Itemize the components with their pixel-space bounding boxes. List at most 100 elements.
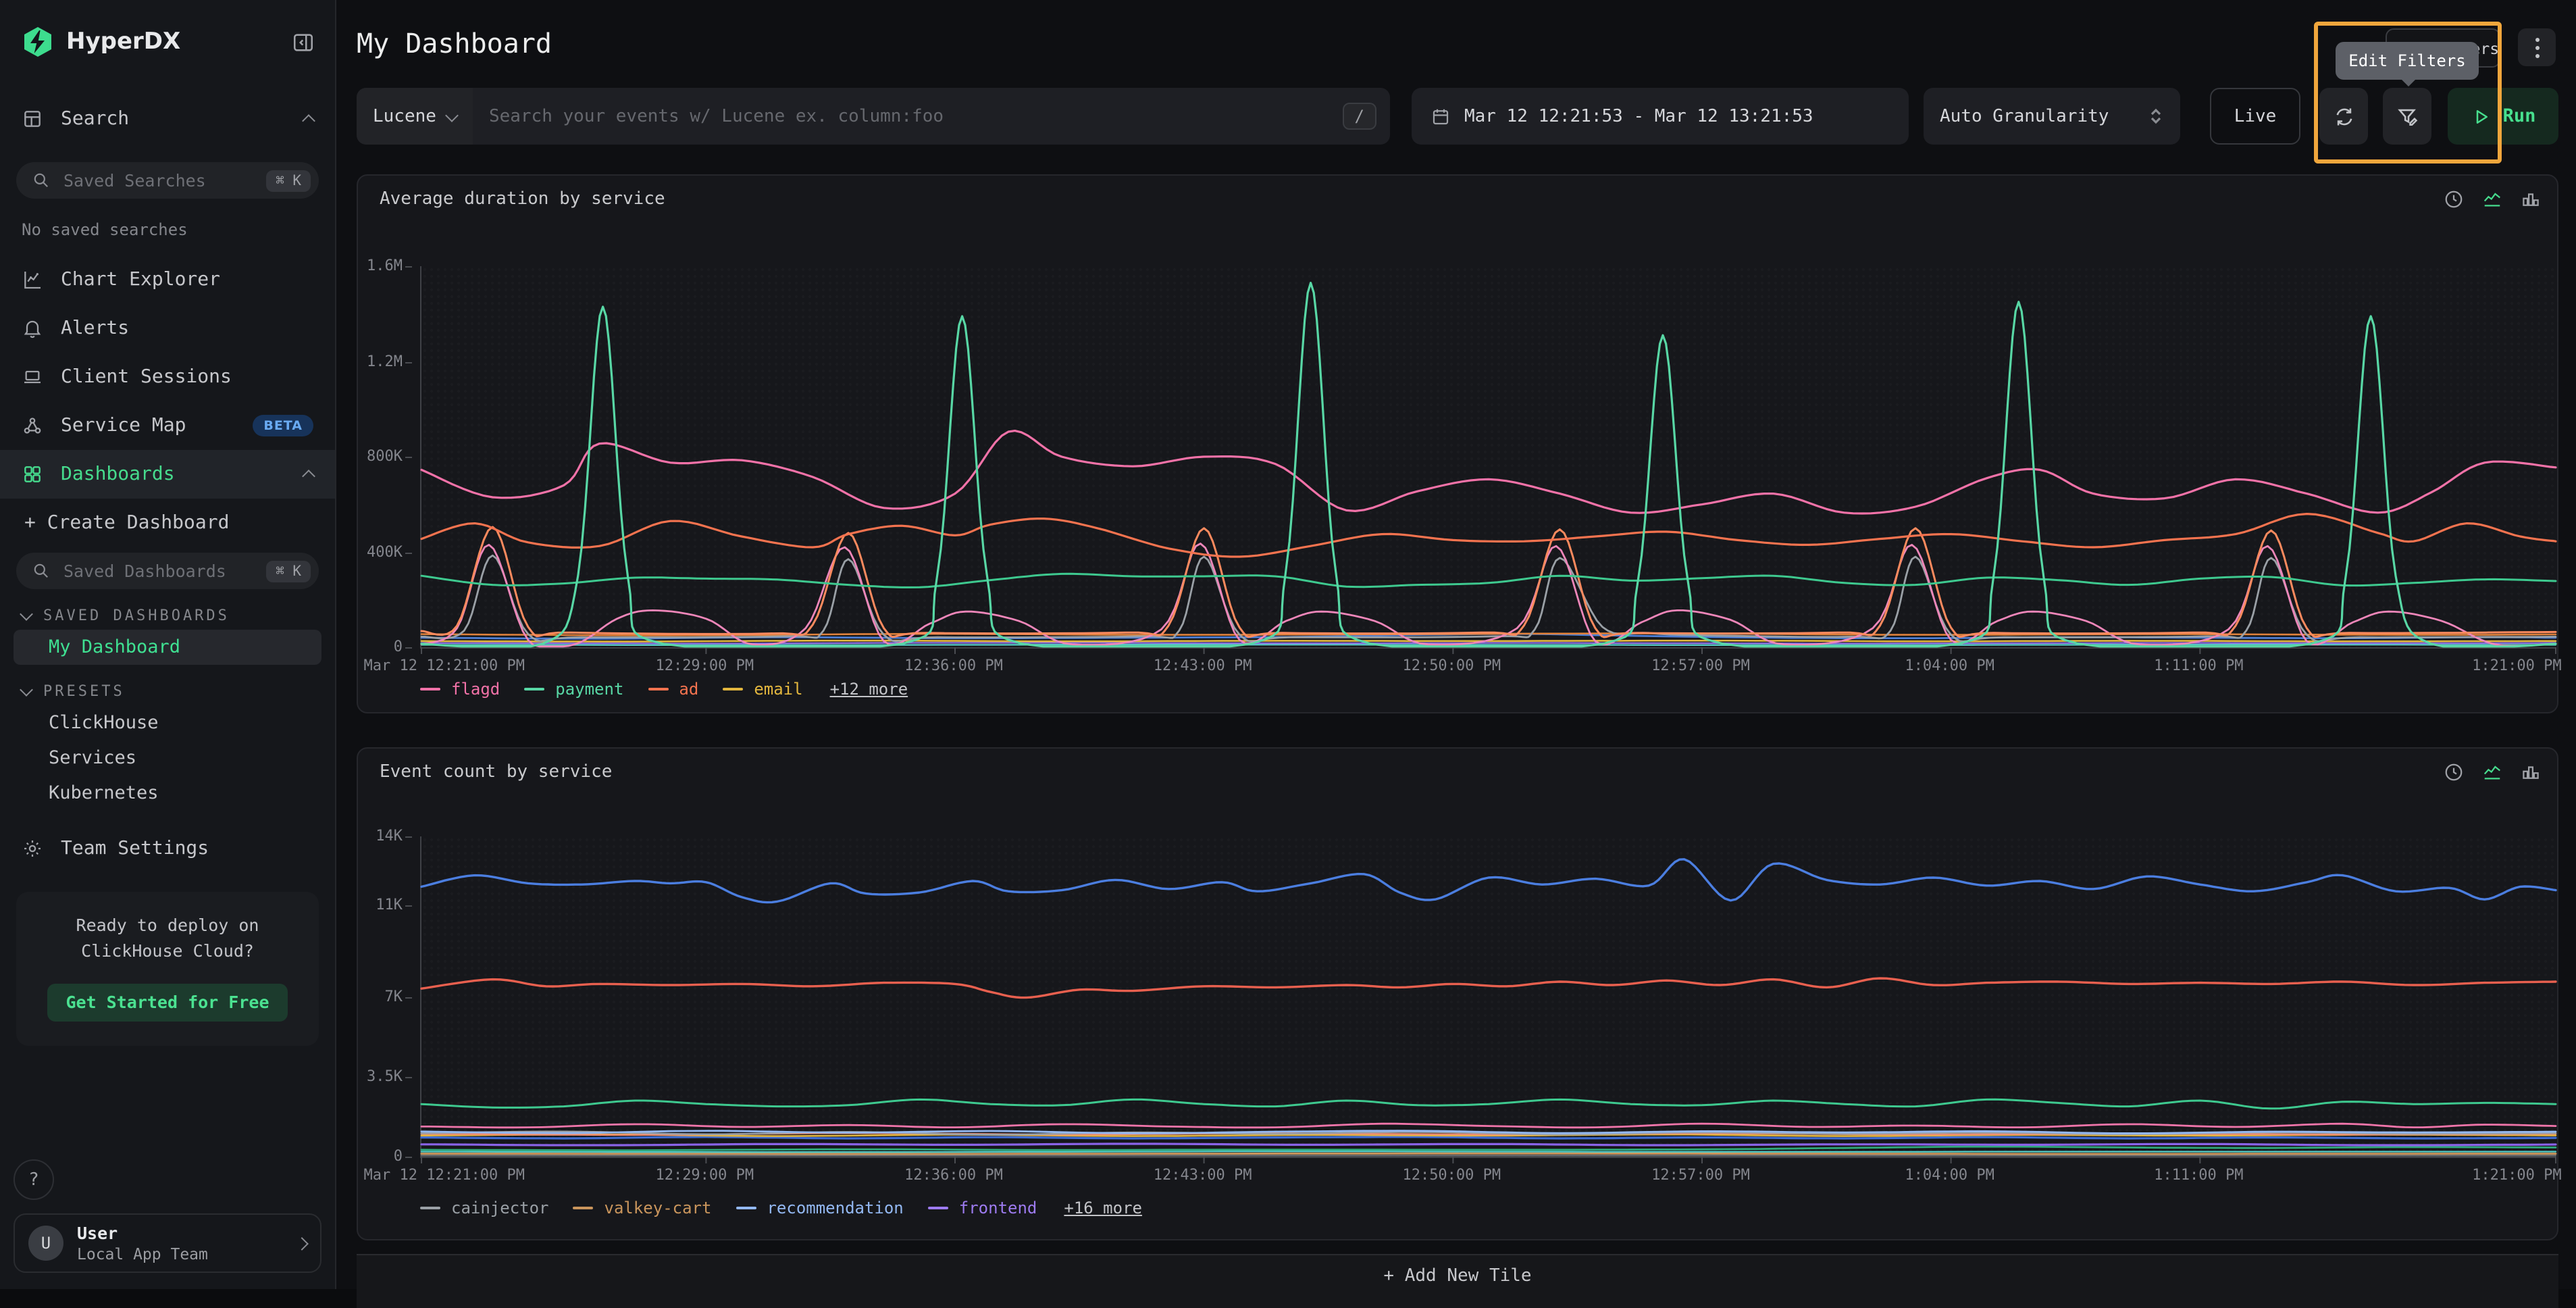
sidebar-item-kubernetes[interactable]: Kubernetes <box>0 776 335 811</box>
x-axis-label: 12:57:00 PM <box>1651 1166 1750 1184</box>
brand-name: HyperDX <box>66 28 277 55</box>
plot-area[interactable]: 1.6M1.2M800K400K0 <box>420 266 2556 649</box>
edit-filters-tooltip: Edit Filters <box>2336 42 2479 80</box>
sidebar-item-team-settings[interactable]: Team Settings <box>0 824 335 873</box>
sidebar-item-services[interactable]: Services <box>0 740 335 776</box>
create-dashboard-button[interactable]: + Create Dashboard <box>0 499 335 547</box>
time-icon[interactable] <box>2444 189 2464 209</box>
y-axis-label: 7K <box>385 987 403 1005</box>
get-started-button[interactable]: Get Started for Free <box>47 983 288 1021</box>
y-axis-label: 0 <box>394 638 403 655</box>
chart-legend: flagd payment ad email +12 more <box>420 680 908 699</box>
shortcut-badge: ⌘ K <box>266 560 311 582</box>
series-blue-top <box>421 859 2556 903</box>
help-button[interactable]: ? <box>14 1159 54 1200</box>
sidebar-item-client-sessions[interactable]: Client Sessions <box>0 353 335 401</box>
saved-searches-input[interactable] <box>61 169 255 192</box>
y-axis-label: 1.2M <box>367 352 403 370</box>
query-language-select[interactable]: Lucene <box>357 88 473 145</box>
add-new-tile-label: + Add New Tile <box>1383 1266 1531 1308</box>
legend-item[interactable]: cainjector <box>420 1199 549 1217</box>
preset-label: ClickHouse <box>49 712 159 734</box>
dashboard-menu-button[interactable] <box>2518 28 2556 66</box>
sidebar-collapse-icon[interactable] <box>289 28 316 55</box>
run-label: Run <box>2503 105 2536 127</box>
live-label: Live <box>2234 106 2277 126</box>
filter-button[interactable] <box>2383 88 2431 145</box>
series-ad <box>421 514 2556 557</box>
series-frontend <box>421 1144 2556 1145</box>
bar-chart-icon[interactable] <box>2521 762 2541 782</box>
line-chart-icon[interactable] <box>2481 762 2503 782</box>
user-menu[interactable]: U User Local App Team <box>14 1213 321 1273</box>
section-title: SAVED DASHBOARDS <box>43 606 230 624</box>
x-axis-label: 12:43:00 PM <box>1154 657 1252 674</box>
sidebar-item-label: Search <box>61 108 286 130</box>
sidebar-item-search[interactable]: Search <box>0 95 335 143</box>
legend-item[interactable]: email <box>723 680 802 699</box>
refresh-button[interactable] <box>2319 88 2368 145</box>
y-axis-label: 3.5K <box>367 1067 403 1085</box>
x-axis-label: 1:11:00 PM <box>2154 1166 2243 1184</box>
hyperdx-logo-icon <box>22 26 54 58</box>
sidebar-item-service-map[interactable]: Service Map BETA <box>0 401 335 450</box>
section-title: PRESETS <box>43 682 125 699</box>
bar-chart-icon[interactable] <box>2521 189 2541 209</box>
chevron-down-icon <box>20 607 33 620</box>
saved-searches-search[interactable]: ⌘ K <box>16 162 319 199</box>
legend-item[interactable]: frontend <box>928 1199 1037 1217</box>
legend-more-link[interactable]: +16 more <box>1064 1199 1142 1217</box>
sidebar-item-dashboards[interactable]: Dashboards <box>0 450 335 499</box>
live-button[interactable]: Live <box>2210 88 2300 145</box>
sidebar-item-alerts[interactable]: Alerts <box>0 304 335 353</box>
event-search-input[interactable] <box>473 106 1343 126</box>
date-range-picker[interactable]: Mar 12 12:21:53 - Mar 12 13:21:53 <box>1412 88 1909 145</box>
x-axis-label: Mar 12 12:21:00 PM <box>364 657 525 674</box>
dashboard-link-label: My Dashboard <box>49 636 180 658</box>
series-valkey-cart <box>421 1153 2556 1154</box>
series-green-band <box>421 1099 2556 1109</box>
series-gray-spikes <box>421 555 2556 641</box>
y-axis: 1.6M1.2M800K400K0 <box>359 266 412 647</box>
brand-row: HyperDX <box>0 0 335 65</box>
refresh-icon <box>2332 105 2355 128</box>
time-icon[interactable] <box>2444 762 2464 782</box>
series-pink-mid <box>421 1124 2556 1128</box>
x-axis-label: 1:21:00 PM <box>2472 657 2561 674</box>
sidebar-item-label: Chart Explorer <box>61 269 313 291</box>
plot-area[interactable]: 14K11K7K3.5K0 <box>420 836 2556 1158</box>
beta-badge: BETA <box>253 415 313 436</box>
chart-legend: cainjector valkey-cart recommendation front… <box>420 1199 1142 1217</box>
y-axis: 14K11K7K3.5K0 <box>359 836 412 1157</box>
section-saved-dashboards[interactable]: SAVED DASHBOARDS <box>0 600 335 630</box>
sidebar-item-clickhouse[interactable]: ClickHouse <box>0 705 335 740</box>
help-icon: ? <box>28 1169 39 1190</box>
legend-item[interactable]: flagd <box>420 680 500 699</box>
event-search-bar: Lucene / <box>357 88 1390 145</box>
legend-item[interactable]: ad <box>648 680 698 699</box>
series-green-mid <box>421 574 2556 587</box>
chevron-up-icon <box>302 470 315 483</box>
saved-dashboards-input[interactable] <box>61 559 255 582</box>
x-axis-label: 12:29:00 PM <box>655 1166 754 1184</box>
legend-item[interactable]: recommendation <box>736 1199 903 1217</box>
promo-text: Ready to deploy on ClickHouse Cloud? <box>32 913 303 964</box>
x-axis-label: 12:36:00 PM <box>904 657 1003 674</box>
chevron-right-icon <box>295 1236 309 1250</box>
line-chart-icon[interactable] <box>2481 189 2503 209</box>
chart-canvas <box>421 266 2556 658</box>
legend-item[interactable]: payment <box>524 680 623 699</box>
section-presets[interactable]: PRESETS <box>0 676 335 705</box>
granularity-select[interactable]: Auto Granularity <box>1924 88 2180 145</box>
legend-more-link[interactable]: +12 more <box>830 680 908 699</box>
x-axis-label: 12:36:00 PM <box>904 1166 1003 1184</box>
sidebar-item-my-dashboard[interactable]: My Dashboard <box>14 630 321 665</box>
sidebar: HyperDX Search ⌘ K No saved searches Cha… <box>0 0 336 1289</box>
legend-item[interactable]: valkey-cart <box>573 1199 712 1217</box>
sidebar-item-chart-explorer[interactable]: Chart Explorer <box>0 255 335 304</box>
saved-dashboards-search[interactable]: ⌘ K <box>16 553 319 589</box>
y-axis-label: 400K <box>367 543 403 560</box>
run-button[interactable]: Run <box>2448 88 2558 145</box>
add-new-tile-button[interactable]: + Add New Tile <box>357 1254 2558 1308</box>
y-axis-label: 1.6M <box>367 257 403 274</box>
